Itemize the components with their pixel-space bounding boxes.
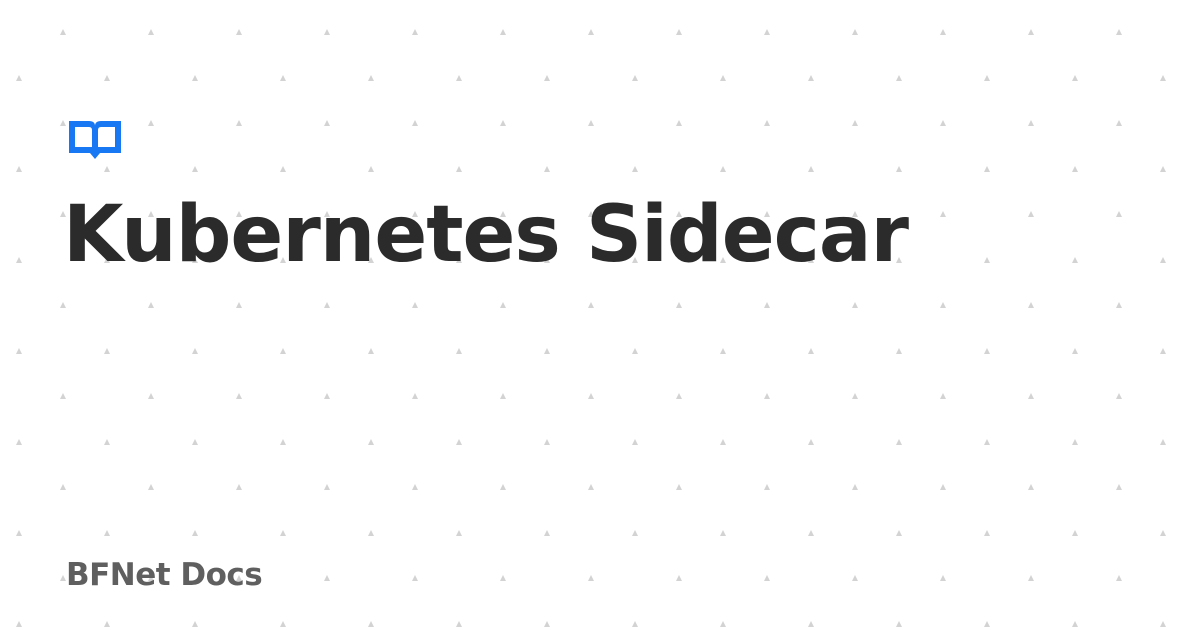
background-pattern bbox=[0, 0, 1200, 630]
book-icon bbox=[68, 119, 122, 161]
site-name: BFNet Docs bbox=[66, 557, 263, 593]
page-title: Kubernetes Sidecar bbox=[63, 190, 909, 280]
